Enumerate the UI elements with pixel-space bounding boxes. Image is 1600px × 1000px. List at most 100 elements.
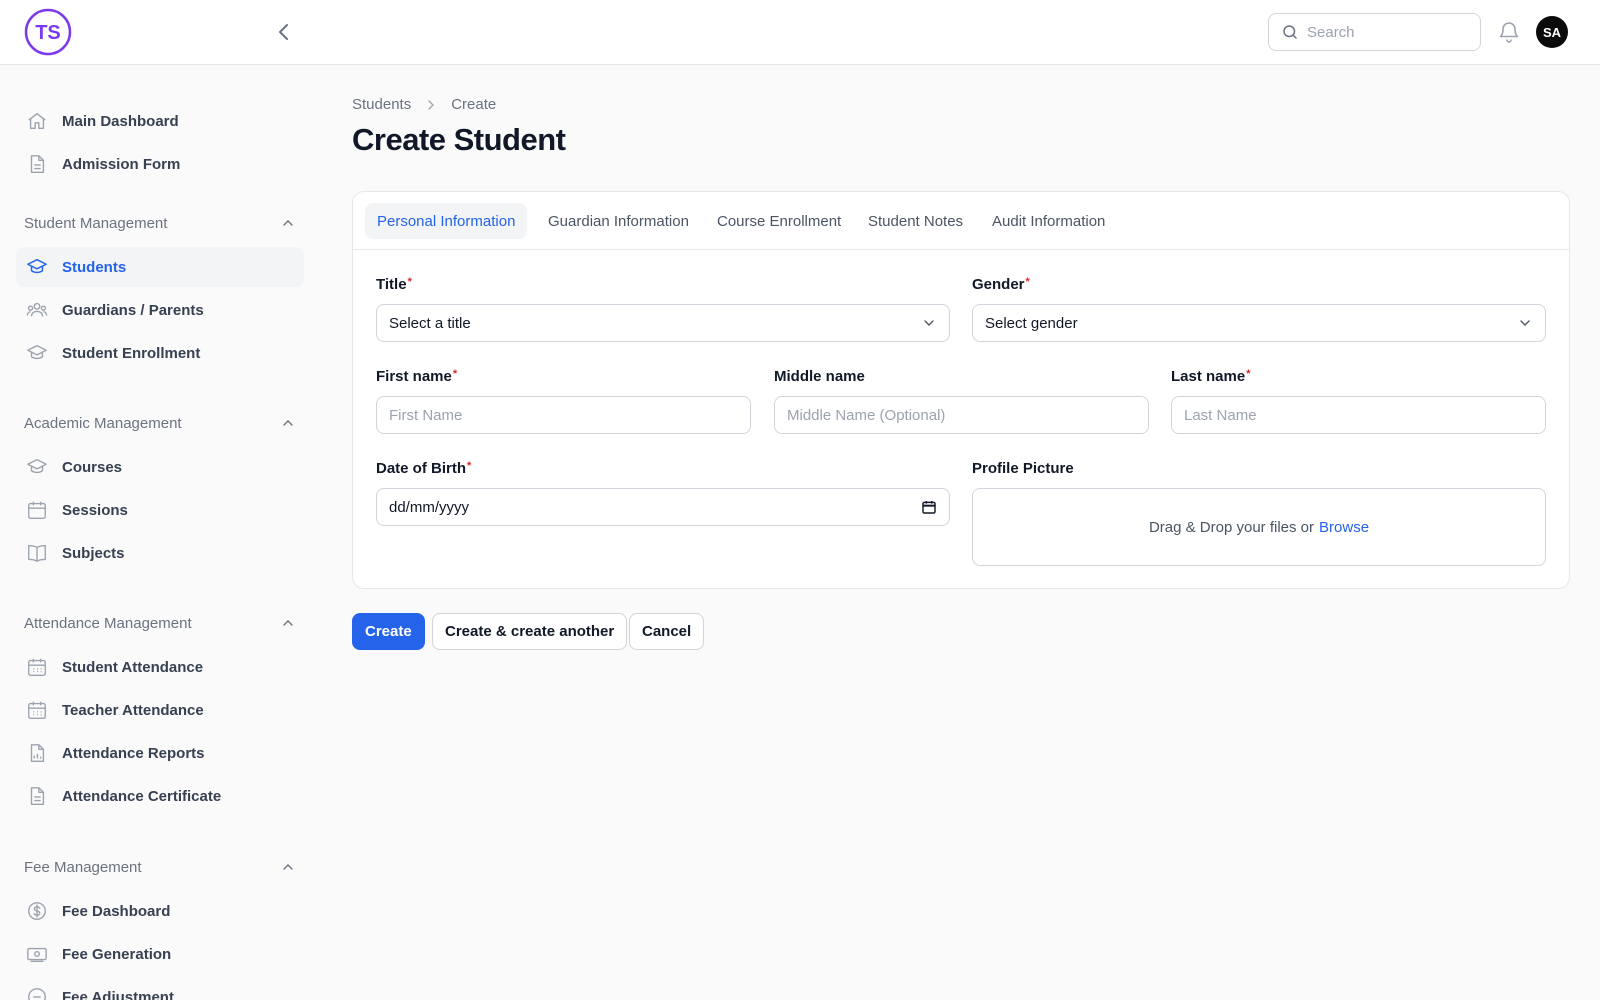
middle-name-label: Middle name <box>774 368 865 385</box>
sidebar-item-label: Student Enrollment <box>62 344 201 362</box>
collapse-sidebar-icon[interactable] <box>272 20 296 44</box>
sidebar-item-label: Guardians / Parents <box>62 301 204 319</box>
group-academic-management[interactable]: Academic Management <box>24 409 296 437</box>
sidebar-item-sessions[interactable]: Sessions <box>16 490 304 530</box>
sidebar-item-guardians[interactable]: Guardians / Parents <box>16 290 304 330</box>
breadcrumb: Students Create <box>352 96 496 113</box>
top-bar: TS SA <box>0 0 1600 65</box>
dollar-circle-icon <box>28 902 46 920</box>
sidebar-item-label: Attendance Certificate <box>62 787 222 805</box>
tab-student-notes[interactable]: Student Notes <box>856 203 975 239</box>
group-fee-management[interactable]: Fee Management <box>24 853 296 881</box>
sidebar-item-main-dashboard[interactable]: Main Dashboard <box>16 101 304 141</box>
page-title: Create Student <box>352 122 566 157</box>
group-label: Academic Management <box>24 414 182 432</box>
sidebar-item-label: Attendance Reports <box>62 744 205 762</box>
tab-audit-information[interactable]: Audit Information <box>980 203 1117 239</box>
browse-link[interactable]: Browse <box>1319 519 1369 536</box>
dob-value: dd/mm/yyyy <box>389 498 470 516</box>
logo-icon[interactable]: TS <box>24 8 72 56</box>
group-label: Fee Management <box>24 858 142 876</box>
chevron-right-icon <box>428 99 435 110</box>
chevron-down-icon <box>1520 320 1530 326</box>
middle-name-field[interactable] <box>774 396 1149 434</box>
sidebar-item-attendance-reports[interactable]: Attendance Reports <box>16 733 304 773</box>
middle-name-input[interactable] <box>787 406 1136 424</box>
tab-personal-information[interactable]: Personal Information <box>365 203 528 239</box>
create-button[interactable]: Create <box>352 613 425 650</box>
sidebar-item-label: Students <box>62 258 127 276</box>
calendar-days-icon <box>28 701 46 719</box>
chevron-up-icon <box>283 420 293 426</box>
dob-field[interactable]: dd/mm/yyyy <box>376 488 950 526</box>
calendar-icon[interactable] <box>921 499 937 515</box>
sidebar-item-label: Sessions <box>62 501 128 519</box>
last-name-field[interactable] <box>1171 396 1546 434</box>
sidebar-item-attendance-certificate[interactable]: Attendance Certificate <box>16 776 304 816</box>
calendar-days-icon <box>28 658 46 676</box>
cancel-button[interactable]: Cancel <box>629 613 705 650</box>
chevron-up-icon <box>283 864 293 870</box>
first-name-input[interactable] <box>389 406 738 424</box>
calendar-icon <box>28 501 46 519</box>
group-attendance-management[interactable]: Attendance Management <box>24 609 296 637</box>
gender-label: Gender* <box>972 276 1030 293</box>
sidebar-item-fee-adjustment[interactable]: Fee Adjustment <box>16 977 304 1000</box>
required-mark: * <box>1025 276 1030 288</box>
sidebar-item-label: Fee Generation <box>62 945 172 963</box>
required-mark: * <box>407 276 412 288</box>
sidebar-item-label: Admission Form <box>62 155 181 173</box>
search-input[interactable] <box>1307 23 1467 41</box>
sidebar-item-fee-dashboard[interactable]: Fee Dashboard <box>16 891 304 931</box>
group-student-management[interactable]: Student Management <box>24 209 296 237</box>
users-icon <box>26 302 48 317</box>
sidebar-item-label: Teacher Attendance <box>62 701 204 719</box>
required-mark: * <box>467 460 472 472</box>
title-select[interactable]: Select a title <box>376 304 950 342</box>
graduation-cap-icon <box>27 258 47 274</box>
sidebar-item-students[interactable]: Students <box>16 247 304 287</box>
first-name-field[interactable] <box>376 396 751 434</box>
chevron-down-icon <box>924 320 934 326</box>
profile-picture-dropzone[interactable]: Drag & Drop your files or Browse <box>972 488 1546 566</box>
graduation-cap-icon <box>27 344 47 360</box>
banknote-icon <box>27 947 47 963</box>
create-another-button[interactable]: Create & create another <box>432 613 628 650</box>
sidebar-item-subjects[interactable]: Subjects <box>16 533 304 573</box>
sidebar-item-label: Fee Adjustment <box>62 988 174 1000</box>
avatar[interactable]: SA <box>1536 16 1568 48</box>
sidebar-item-label: Student Attendance <box>62 658 204 676</box>
adjust-icon <box>28 988 46 1000</box>
tab-bar: Personal Information Guardian Informatio… <box>353 192 1569 250</box>
sidebar-item-student-enrollment[interactable]: Student Enrollment <box>16 333 304 373</box>
sidebar-item-admission-form[interactable]: Admission Form <box>16 144 304 184</box>
tab-course-enrollment[interactable]: Course Enrollment <box>705 203 853 239</box>
sidebar-item-label: Fee Dashboard <box>62 902 171 920</box>
logo-text: TS <box>35 22 61 44</box>
sidebar-item-fee-generation[interactable]: Fee Generation <box>16 934 304 974</box>
dob-label: Date of Birth* <box>376 460 472 477</box>
gender-select-value: Select gender <box>985 314 1078 332</box>
sidebar-item-courses[interactable]: Courses <box>16 447 304 487</box>
sidebar: Main Dashboard Admission Form Student Ma… <box>0 65 320 1000</box>
chevron-up-icon <box>283 620 293 626</box>
required-mark: * <box>452 368 458 380</box>
document-icon <box>30 155 45 173</box>
form-card: Personal Information Guardian Informatio… <box>352 191 1570 589</box>
tab-guardian-information[interactable]: Guardian Information <box>536 203 701 239</box>
breadcrumb-students[interactable]: Students <box>352 96 411 113</box>
sidebar-item-label: Subjects <box>62 544 125 562</box>
home-icon <box>28 112 46 130</box>
search-icon <box>1283 25 1297 39</box>
gender-select[interactable]: Select gender <box>972 304 1546 342</box>
bell-icon[interactable] <box>1497 20 1521 44</box>
sidebar-item-label: Main Dashboard <box>62 112 179 130</box>
title-select-value: Select a title <box>389 314 471 332</box>
last-name-input[interactable] <box>1184 406 1533 424</box>
document-icon <box>30 787 45 805</box>
sidebar-item-teacher-attendance[interactable]: Teacher Attendance <box>16 690 304 730</box>
graduation-cap-icon <box>27 458 47 474</box>
chevron-up-icon <box>283 220 293 226</box>
sidebar-item-student-attendance[interactable]: Student Attendance <box>16 647 304 687</box>
search-box[interactable] <box>1268 13 1481 51</box>
